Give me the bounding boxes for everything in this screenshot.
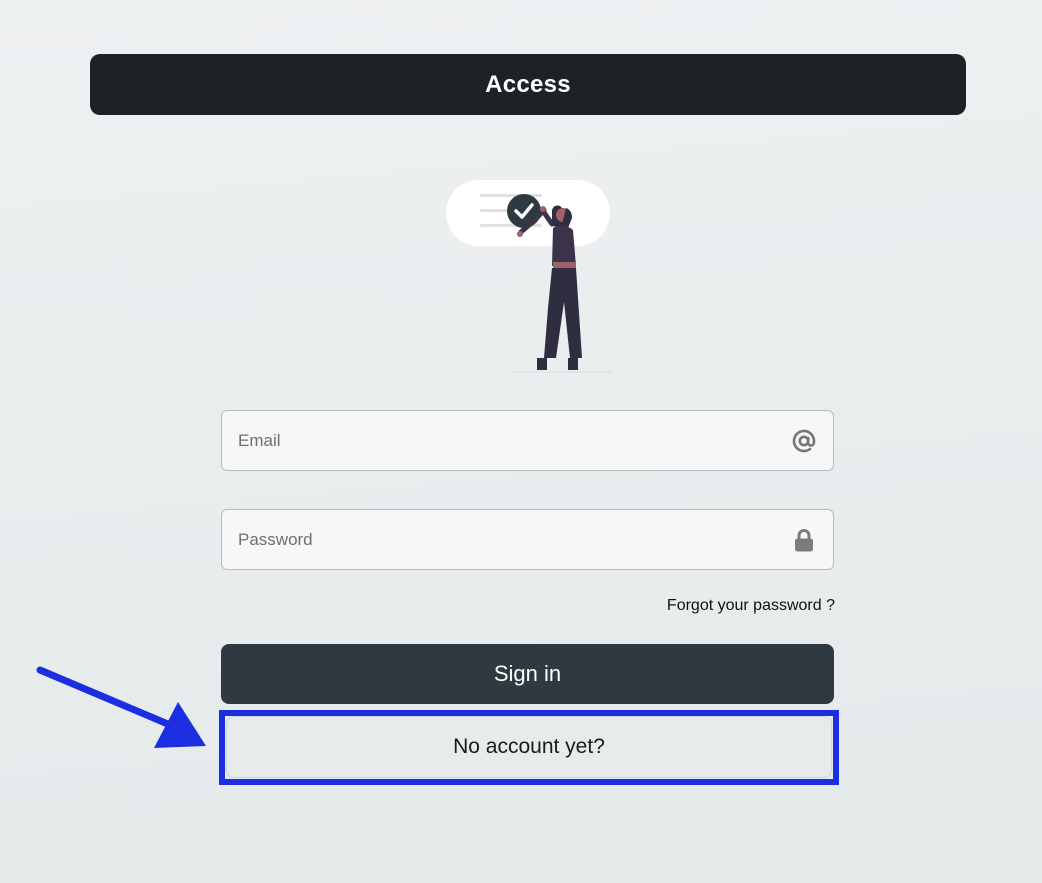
- lock-icon: [791, 527, 817, 553]
- sign-in-button[interactable]: Sign in: [221, 644, 834, 704]
- annotation-highlight-box: [219, 710, 839, 785]
- password-field[interactable]: [221, 509, 834, 570]
- password-input[interactable]: [238, 529, 791, 550]
- email-input[interactable]: [238, 430, 791, 451]
- header-bar: Access: [90, 54, 966, 115]
- login-illustration: [444, 178, 612, 373]
- page-title: Access: [485, 70, 571, 98]
- at-icon: [791, 428, 817, 454]
- forgot-password-link[interactable]: Forgot your password ?: [667, 597, 835, 615]
- annotation-arrow-icon: [36, 666, 206, 748]
- email-field[interactable]: [221, 410, 834, 471]
